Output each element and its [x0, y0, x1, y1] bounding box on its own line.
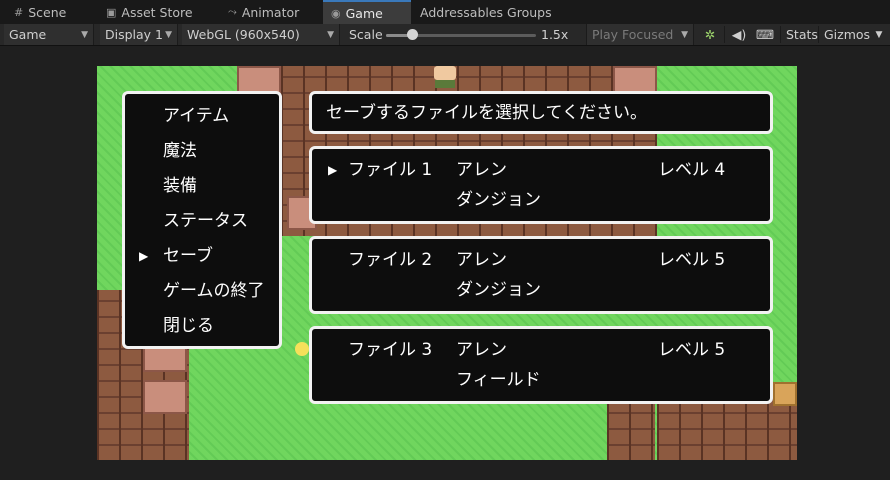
- stats-label: Stats: [786, 27, 818, 42]
- save-slot-2[interactable]: ファイル 2 アレン レベル 5 ダンジョン: [309, 236, 773, 314]
- slot-file-label: ファイル 2: [348, 250, 433, 270]
- chest-icon: [773, 382, 797, 406]
- scale-label-text: Scale: [349, 27, 383, 42]
- gizmos-chevron-down-icon[interactable]: ▼: [870, 24, 888, 45]
- menu-cursor-icon: ▶: [139, 249, 149, 263]
- stats-button[interactable]: Stats: [781, 24, 818, 45]
- chevron-down-icon: ▼: [81, 29, 88, 40]
- display-value: Display 1: [105, 27, 164, 42]
- bag-icon: ▣: [106, 5, 117, 19]
- slot-character-name: アレン: [456, 160, 507, 180]
- player-character: [434, 66, 456, 80]
- bug-icon[interactable]: ✲: [698, 24, 722, 45]
- audio-icon[interactable]: ◀): [728, 24, 750, 45]
- resolution-dropdown[interactable]: WebGL (960x540) ▼: [182, 24, 340, 45]
- menu-item-status[interactable]: ステータス: [163, 209, 248, 233]
- slot-character-name: アレン: [456, 250, 507, 270]
- editor-tab-bar: # Scene ▣ Asset Store ⤳ Animator ◉ Game …: [0, 0, 890, 25]
- tab-addressables-groups[interactable]: Addressables Groups: [412, 0, 572, 24]
- animator-icon: ⤳: [228, 5, 237, 18]
- slot-location: フィールド: [456, 370, 541, 390]
- menu-item-item[interactable]: アイテム: [163, 104, 229, 128]
- slot-location: ダンジョン: [456, 280, 541, 300]
- slot-location: ダンジョン: [456, 190, 541, 210]
- tab-label: Animator: [241, 4, 300, 20]
- resolution-value: WebGL (960x540): [187, 27, 300, 42]
- scale-label: Scale: [344, 24, 386, 45]
- tab-game[interactable]: ◉ Game: [323, 0, 411, 24]
- menu-item-quit-game[interactable]: ゲームの終了: [163, 279, 265, 303]
- slot-file-label: ファイル 3: [348, 340, 433, 360]
- tab-label: Game: [345, 5, 383, 21]
- tab-animator[interactable]: ⤳ Animator: [220, 0, 320, 24]
- tab-asset-store[interactable]: ▣ Asset Store: [98, 0, 218, 24]
- slot-file-label: ファイル 1: [348, 160, 433, 180]
- gamepad-icon: ◉: [331, 6, 341, 20]
- tab-scene[interactable]: # Scene: [6, 0, 98, 24]
- tab-label: Scene: [28, 4, 67, 20]
- chevron-down-icon: ▼: [327, 29, 334, 40]
- play-mode-value: Play Focused: [592, 27, 674, 42]
- slot-character-name: アレン: [456, 340, 507, 360]
- chevron-down-icon: ▼: [681, 29, 688, 40]
- menu-item-save[interactable]: セーブ: [163, 244, 213, 268]
- slot-cursor-icon: ▶: [328, 163, 338, 177]
- flower-icon: [295, 342, 309, 356]
- display-mode-value: Game: [9, 27, 47, 42]
- menu-item-equipment[interactable]: 装備: [163, 174, 197, 198]
- keyboard-icon[interactable]: ⌨: [752, 24, 778, 45]
- tab-label: Addressables Groups: [420, 4, 552, 20]
- command-menu-window: アイテム 魔法 装備 ステータス ▶ セーブ ゲームの終了 閉じる: [122, 91, 282, 349]
- scale-value-text: 1.5x: [541, 27, 569, 42]
- prompt-text: セーブするファイルを選択してください。: [326, 103, 647, 123]
- scale-slider-handle[interactable]: [406, 29, 418, 40]
- save-slot-3[interactable]: ファイル 3 アレン レベル 5 フィールド: [309, 326, 773, 404]
- pillar: [143, 380, 187, 414]
- save-slot-1[interactable]: ▶ ファイル 1 アレン レベル 4 ダンジョン: [309, 146, 773, 224]
- slot-level: レベル 5: [658, 340, 726, 360]
- stone-wall-right-pillar: [607, 396, 655, 460]
- grid-icon: #: [14, 5, 24, 19]
- display-dropdown[interactable]: Display 1 ▼: [100, 24, 178, 45]
- tab-label: Asset Store: [121, 4, 193, 20]
- display-mode-dropdown[interactable]: Game ▼: [4, 24, 94, 45]
- scale-value: 1.5x: [536, 24, 580, 45]
- player-character-body: [435, 80, 455, 88]
- chevron-down-icon: ▼: [165, 29, 172, 40]
- gizmos-label: Gizmos: [824, 27, 871, 42]
- menu-item-magic[interactable]: 魔法: [163, 139, 197, 163]
- slot-level: レベル 4: [658, 160, 726, 180]
- menu-item-close[interactable]: 閉じる: [163, 314, 214, 338]
- gizmos-button[interactable]: Gizmos: [819, 24, 871, 45]
- play-mode-dropdown[interactable]: Play Focused ▼: [586, 24, 694, 45]
- prompt-window: セーブするファイルを選択してください。: [309, 91, 773, 134]
- slot-level: レベル 5: [658, 250, 726, 270]
